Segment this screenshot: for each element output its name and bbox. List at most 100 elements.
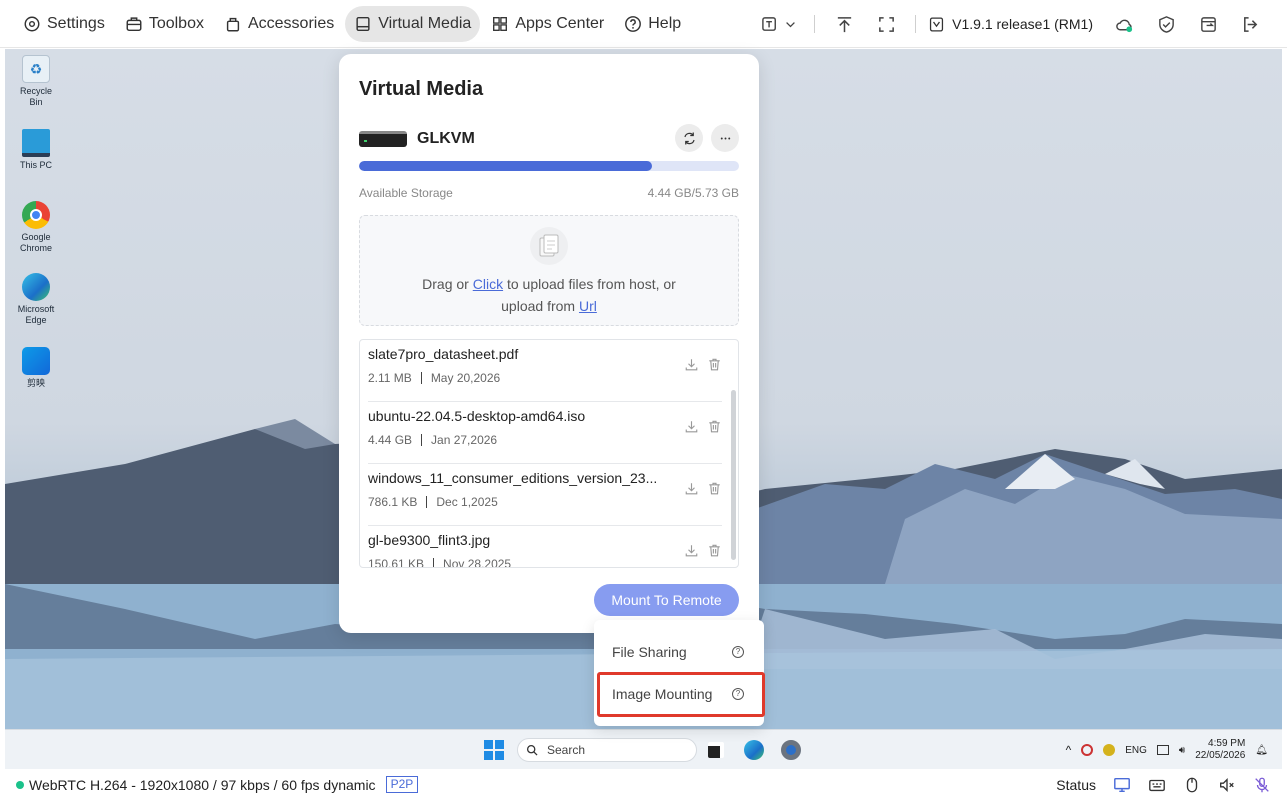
file-list-scrollbar[interactable] [731, 390, 736, 560]
clock[interactable]: 4:59 PM 22/05/2026 [1195, 738, 1245, 762]
nav-apps-center[interactable]: Apps Center [482, 6, 613, 42]
nav-toolbox[interactable]: Toolbox [116, 6, 213, 42]
trash-icon[interactable] [707, 419, 722, 434]
status-controls: Status [1056, 769, 1271, 800]
main-nav: Settings Toolbox Accessories Virtual Med… [14, 5, 692, 42]
virtual-media-panel: Virtual Media GLKVM Available Storage 4.… [339, 54, 759, 633]
nav-settings[interactable]: Settings [14, 6, 114, 42]
download-icon[interactable] [684, 419, 699, 434]
trash-icon[interactable] [707, 543, 722, 558]
mouse-icon[interactable] [1183, 776, 1201, 794]
trash-icon[interactable] [707, 357, 722, 372]
notification-bell-icon[interactable]: 🔔︎ [1255, 745, 1268, 756]
menu-item-file-sharing[interactable]: File Sharing ? [594, 620, 764, 670]
file-item[interactable]: windows_11_consumer_editions_version_23.… [368, 464, 722, 526]
microphone-muted-icon[interactable] [1253, 776, 1271, 794]
top-tools: V1.9.1 release1 (RM1) [752, 0, 1271, 48]
file-date: Jan 27,2026 [431, 433, 498, 447]
file-name: windows_11_consumer_editions_version_23.… [368, 470, 658, 486]
fullscreen-button[interactable] [865, 6, 907, 42]
network-icon[interactable] [1156, 745, 1169, 755]
file-item[interactable]: slate7pro_datasheet.pdf 2.11 MB May 20,2… [368, 340, 722, 402]
taskbar-search[interactable]: Search [517, 738, 697, 762]
mount-to-remote-button[interactable]: Mount To Remote [594, 584, 739, 616]
task-view-icon[interactable] [708, 742, 724, 758]
file-size: 150.61 KB [368, 557, 425, 568]
text-input-icon [762, 16, 777, 31]
file-name: slate7pro_datasheet.pdf [368, 346, 519, 362]
upload-click-link[interactable]: Click [473, 276, 503, 292]
download-icon[interactable] [684, 357, 699, 372]
version-button[interactable]: V1.9.1 release1 (RM1) [924, 16, 1103, 33]
desktop-icon-edge[interactable]: Microsoft Edge [13, 273, 59, 326]
cloud-status-button[interactable] [1103, 6, 1145, 42]
app-tray-icon[interactable] [1103, 744, 1116, 756]
upload-url-link[interactable]: Url [579, 298, 597, 314]
more-options-button[interactable] [711, 124, 739, 152]
status-label[interactable]: Status [1056, 777, 1096, 793]
nav-accessories[interactable]: Accessories [215, 6, 343, 42]
trash-icon[interactable] [707, 481, 722, 496]
settings-taskbar-icon[interactable] [781, 740, 801, 760]
stream-info: WebRTC H.264 - 1920x1080 / 97 kbps / 60 … [29, 776, 376, 793]
file-item[interactable]: ubuntu-22.04.5-desktop-amd64.iso 4.44 GB… [368, 402, 722, 464]
menu-item-label: File Sharing [612, 644, 687, 660]
file-meta: 2.11 MB May 20,2026 [368, 371, 500, 385]
nav-help[interactable]: Help [615, 6, 690, 42]
help-circle-icon[interactable]: ? [732, 646, 744, 658]
upload-text-1: Drag or [422, 276, 469, 292]
system-tray: ^ ENG 🔊︎ 4:59 PM 22/05/2026 🔔︎ [1066, 730, 1268, 770]
search-icon [526, 744, 538, 756]
settings-icon [24, 16, 40, 31]
download-icon[interactable] [684, 481, 699, 496]
recycle-bin-icon: ♻ [22, 55, 50, 83]
security-button[interactable] [1145, 6, 1187, 42]
file-date: May 20,2026 [430, 371, 501, 385]
upload-dropzone[interactable]: Drag or Click to upload files from host,… [359, 215, 739, 326]
jianying-icon [22, 347, 50, 375]
divider [915, 15, 917, 33]
clock-time: 4:59 PM [1208, 738, 1246, 749]
volume-icon[interactable]: 🔊︎ [1179, 745, 1185, 756]
file-name: gl-be9300_flint3.jpg [368, 532, 491, 548]
edge-taskbar-icon[interactable] [744, 740, 764, 760]
desktop-icon-this-pc[interactable]: This PC [13, 129, 59, 171]
divider [814, 15, 816, 33]
logout-button[interactable] [1229, 6, 1271, 42]
language-indicator[interactable]: ENG [1125, 745, 1147, 756]
speaker-muted-icon[interactable] [1218, 776, 1236, 794]
nav-virtual-media[interactable]: Virtual Media [345, 5, 481, 42]
sync-icon[interactable] [1081, 744, 1094, 756]
file-date: Nov 28,2025 [443, 557, 512, 568]
chevron-up-icon[interactable]: ^ [1066, 743, 1072, 757]
storage-progress-bar [359, 161, 739, 171]
switch-device-button[interactable] [1187, 6, 1229, 42]
desktop-icon-label: Recycle Bin [19, 86, 52, 107]
file-actions [684, 419, 722, 434]
keyboard-icon[interactable] [1148, 776, 1166, 794]
file-list[interactable]: slate7pro_datasheet.pdf 2.11 MB May 20,2… [359, 339, 739, 568]
status-bar: WebRTC H.264 - 1920x1080 / 97 kbps / 60 … [0, 769, 1287, 800]
toolbox-icon [126, 16, 142, 31]
chevron-down-icon [786, 21, 796, 27]
nav-toolbox-label: Toolbox [148, 14, 204, 32]
file-item[interactable]: gl-be9300_flint3.jpg 150.61 KB Nov 28,20… [368, 526, 722, 568]
refresh-button[interactable] [675, 124, 703, 152]
desktop-icon-jianying[interactable]: 剪映 [13, 347, 59, 389]
windows-start-icon[interactable] [484, 740, 504, 760]
nav-settings-label: Settings [47, 14, 105, 32]
desktop-icon-recycle-bin[interactable]: ♻ Recycle Bin [13, 55, 59, 108]
switch-device-icon [1200, 16, 1216, 32]
text-input-menu-button[interactable] [752, 6, 806, 42]
upload-button[interactable] [823, 6, 865, 42]
download-icon[interactable] [684, 543, 699, 558]
upload-text-3: upload from [501, 298, 576, 314]
highlight-box [597, 672, 765, 717]
taskbar-search-label: Search [547, 743, 586, 757]
storage-progress-fill [359, 161, 652, 171]
upload-text-2: to upload files from host, or [506, 276, 676, 292]
apps-center-icon [493, 16, 508, 31]
desktop-icon-chrome[interactable]: Google Chrome [13, 201, 59, 254]
monitor-icon[interactable] [1113, 776, 1131, 794]
desktop-icon-label: Google Chrome [19, 232, 52, 253]
